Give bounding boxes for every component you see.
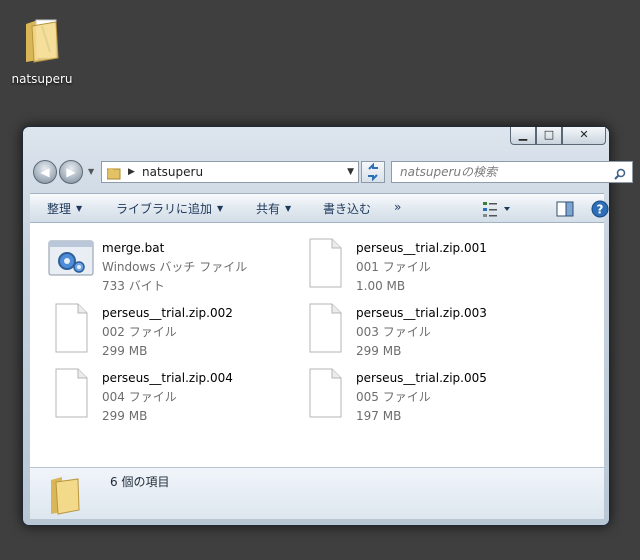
file-type: 003 ファイル — [356, 325, 431, 339]
file-type: 004 ファイル — [102, 390, 177, 404]
address-path[interactable]: natsuperu — [142, 165, 203, 179]
navigation-bar: ◀ ▶ ▼ ▶ natsuperu ▼ natsuperuの検索 — [31, 159, 633, 185]
back-arrow-icon: ◀ — [40, 165, 50, 179]
burn-button[interactable]: 書き込む — [323, 200, 371, 217]
file-size: 299 MB — [102, 409, 148, 423]
details-pane: 6 個の項目 — [30, 467, 604, 519]
address-bar[interactable]: ▶ natsuperu ▼ — [101, 161, 359, 183]
folder-icon — [22, 16, 62, 64]
command-bar: 整理 ▼ ライブラリに追加 ▼ 共有 ▼ 書き込む » ? — [30, 193, 609, 223]
help-button[interactable]: ? — [591, 200, 609, 218]
maximize-icon: □ — [543, 128, 555, 141]
blank-file-icon — [301, 235, 349, 291]
desktop-folder-label: natsuperu — [11, 72, 73, 86]
chevron-down-icon: ▼ — [217, 204, 224, 213]
view-options-button[interactable] — [482, 200, 510, 218]
more-commands-button[interactable]: » — [394, 200, 401, 214]
preview-pane-button[interactable] — [556, 200, 574, 218]
file-meta: perseus__trial.zip.004 004 ファイル 299 MB — [102, 369, 233, 426]
file-name: perseus__trial.zip.002 — [102, 306, 233, 320]
file-name: perseus__trial.zip.005 — [356, 371, 487, 385]
close-icon: ✕ — [579, 128, 589, 141]
file-item-zip-001[interactable]: perseus__trial.zip.001 001 ファイル 1.00 MB — [301, 235, 551, 295]
item-count: 6 個の項目 — [110, 475, 170, 489]
file-name: perseus__trial.zip.001 — [356, 241, 487, 255]
search-icon[interactable] — [614, 166, 626, 180]
caption-buttons: ▁ □ ✕ — [510, 127, 606, 145]
blank-file-icon — [301, 300, 349, 356]
maximize-button[interactable]: □ — [536, 127, 562, 145]
folder-icon — [106, 166, 121, 180]
refresh-icon — [368, 162, 378, 182]
recent-pages-dropdown[interactable]: ▼ — [88, 167, 94, 176]
file-list: merge.bat Windows バッチ ファイル 733 バイト perse… — [30, 223, 604, 467]
breadcrumb-arrow-icon[interactable]: ▶ — [128, 162, 135, 182]
view-options-icon — [483, 202, 510, 217]
file-meta: perseus__trial.zip.005 005 ファイル 197 MB — [356, 369, 487, 426]
file-name: perseus__trial.zip.004 — [102, 371, 233, 385]
share-menu[interactable]: 共有 ▼ — [256, 200, 291, 217]
chevron-down-icon: ▼ — [76, 204, 83, 213]
file-name: perseus__trial.zip.003 — [356, 306, 487, 320]
blank-file-icon — [47, 365, 95, 421]
folder-icon — [48, 474, 82, 516]
forward-arrow-icon: ▶ — [66, 165, 76, 179]
help-icon: ? — [591, 200, 609, 218]
file-item-merge-bat[interactable]: merge.bat Windows バッチ ファイル 733 バイト — [47, 235, 297, 295]
more-label: » — [394, 200, 402, 214]
refresh-button[interactable] — [361, 161, 385, 183]
burn-label: 書き込む — [323, 202, 372, 216]
close-button[interactable]: ✕ — [562, 127, 606, 145]
address-dropdown-icon[interactable]: ▼ — [347, 162, 354, 182]
file-type: 005 ファイル — [356, 390, 431, 404]
file-item-zip-003[interactable]: perseus__trial.zip.003 003 ファイル 299 MB — [301, 300, 551, 360]
minimize-button[interactable]: ▁ — [510, 127, 536, 145]
file-meta: perseus__trial.zip.003 003 ファイル 299 MB — [356, 304, 487, 361]
file-item-zip-005[interactable]: perseus__trial.zip.005 005 ファイル 197 MB — [301, 365, 551, 425]
file-size: 197 MB — [356, 409, 402, 423]
blank-file-icon — [301, 365, 349, 421]
desktop-folder[interactable]: natsuperu — [6, 16, 78, 86]
search-placeholder: natsuperuの検索 — [400, 165, 498, 179]
file-item-zip-004[interactable]: perseus__trial.zip.004 004 ファイル 299 MB — [47, 365, 297, 425]
file-type: 002 ファイル — [102, 325, 177, 339]
file-meta: perseus__trial.zip.002 002 ファイル 299 MB — [102, 304, 233, 361]
organize-menu[interactable]: 整理 ▼ — [47, 200, 82, 217]
share-label: 共有 — [256, 202, 281, 216]
preview-pane-icon — [556, 201, 574, 217]
chevron-down-icon: ▼ — [285, 204, 292, 213]
file-size: 1.00 MB — [356, 279, 406, 293]
organize-label: 整理 — [47, 202, 72, 216]
minimize-icon: ▁ — [518, 128, 528, 141]
forward-button[interactable]: ▶ — [59, 160, 83, 184]
batch-file-icon — [47, 235, 95, 291]
file-size: 299 MB — [102, 344, 148, 358]
explorer-window: ▁ □ ✕ ◀ ▶ ▼ ▶ natsuperu ▼ natsuperuの検索 整… — [22, 126, 633, 526]
file-size: 299 MB — [356, 344, 402, 358]
svg-text:?: ? — [597, 203, 604, 217]
file-meta: perseus__trial.zip.001 001 ファイル 1.00 MB — [356, 239, 487, 296]
add-to-library-label: ライブラリに追加 — [116, 202, 213, 216]
blank-file-icon — [47, 300, 95, 356]
file-size: 733 バイト — [102, 279, 165, 293]
back-button[interactable]: ◀ — [33, 160, 57, 184]
file-item-zip-002[interactable]: perseus__trial.zip.002 002 ファイル 299 MB — [47, 300, 297, 360]
file-type: 001 ファイル — [356, 260, 431, 274]
file-name: merge.bat — [102, 241, 165, 255]
add-to-library-menu[interactable]: ライブラリに追加 ▼ — [116, 200, 223, 217]
file-type: Windows バッチ ファイル — [102, 260, 248, 274]
search-input[interactable]: natsuperuの検索 — [391, 161, 633, 183]
file-meta: merge.bat Windows バッチ ファイル 733 バイト — [102, 239, 247, 296]
